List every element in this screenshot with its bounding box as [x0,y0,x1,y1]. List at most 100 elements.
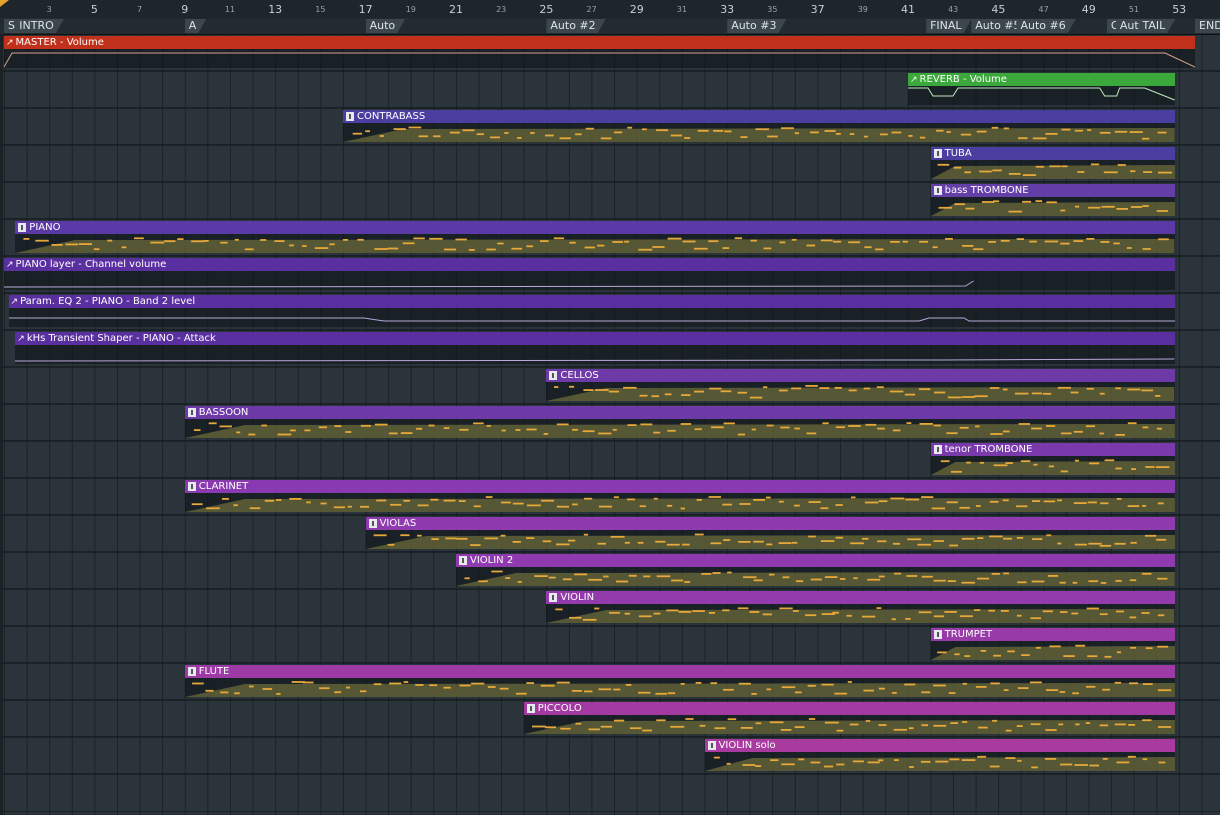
marker-intro[interactable]: INTRO [15,19,64,33]
clip-violin2[interactable]: VIOLIN 2 [456,554,1175,586]
lane-divider [0,588,1220,589]
clip-content [523,715,1175,734]
marker-auto-2[interactable]: Auto #2 [546,19,605,33]
clip-transient[interactable]: ↗ kHs Transient Shaper - PIANO - Attack [15,332,1175,364]
automation-clip-icon: ↗ [6,260,14,270]
playlist-arrangement[interactable]: 3 5 7 9 11 13 15 17 19 21 23 25 27 29 31 33 35 37 39 41 43 45… [0,0,1220,815]
clip-header[interactable]: ↗ PIANO layer - Channel volume [4,258,1175,271]
clip-piano-layer[interactable]: ↗ PIANO layer - Channel volume [4,258,1175,290]
clip-header[interactable]: TRUMPET [930,628,1175,641]
marker-bar[interactable]: S INTRO A Auto Auto #2 Auto #3 FINAL Auto #5 Aut… [0,18,1220,35]
clip-header[interactable]: ↗ REVERB - Volume [908,73,1175,86]
clip-label: PIANO [29,222,61,233]
pattern-clip-icon [346,112,354,121]
clip-header[interactable]: VIOLAS [365,517,1175,530]
clip-header[interactable]: TUBA [930,147,1175,160]
clip-tuba[interactable]: TUBA [930,147,1175,179]
clip-header[interactable]: ↗ kHs Transient Shaper - PIANO - Attack [15,332,1175,345]
lane-divider [0,107,1220,108]
clip-content [15,234,1175,253]
clip-piano[interactable]: PIANO [15,221,1175,253]
marker-final[interactable]: FINAL [926,19,971,33]
lane-divider [0,144,1220,145]
clip-clarinet[interactable]: CLARINET [184,480,1175,512]
clip-content [546,382,1175,401]
lane-divider [0,699,1220,700]
automation-clip-icon: ↗ [17,334,25,344]
clip-trumpet[interactable]: TRUMPET [930,628,1175,660]
clip-header[interactable]: PICCOLO [523,702,1175,715]
clip-content [930,160,1175,179]
clip-header[interactable]: FLUTE [184,665,1175,678]
lane-divider [0,736,1220,737]
clip-header[interactable]: BASSOON [184,406,1175,419]
lane-divider [0,773,1220,774]
ruler-bar-35: 35 [767,5,778,14]
clip-label: MASTER - Volume [15,37,104,48]
clip-header[interactable]: CELLOS [546,369,1175,382]
automation-clip-icon: ↗ [910,75,918,85]
clip-violas[interactable]: VIOLAS [365,517,1175,549]
clip-content [546,604,1175,623]
clip-content [4,271,1175,290]
marker-auto-6[interactable]: Auto #6 [1016,19,1075,33]
ruler-bar-45: 45 [991,3,1006,16]
pattern-clip-icon [187,667,196,676]
bar-ruler[interactable]: 3 5 7 9 11 13 15 17 19 21 23 25 27 29 31 33 35 37 39 41 43 45… [0,0,1220,19]
lane-divider [0,551,1220,552]
clip-param-eq[interactable]: ↗ Param. EQ 2 - PIANO - Band 2 level [8,295,1175,327]
lane-divider [0,329,1220,330]
clip-cellos[interactable]: CELLOS [546,369,1175,401]
pattern-clip-icon [459,556,467,565]
ruler-bar-13: 13 [268,3,283,16]
ruler-bar-9: 9 [181,3,189,16]
pattern-clip-icon [368,519,377,528]
ruler-bar-21: 21 [449,3,463,16]
ruler-bar-23: 23 [496,5,507,14]
clip-bass-trombone[interactable]: bass TROMBONE [930,184,1175,216]
clip-content [456,567,1175,586]
clip-violin-solo[interactable]: VIOLIN solo [704,739,1175,771]
clip-label: bass TROMBONE [944,185,1029,196]
clip-flute[interactable]: FLUTE [184,665,1175,697]
clip-label: PICCOLO [537,703,582,714]
automation-clip-icon: ↗ [10,297,19,307]
clip-label: FLUTE [198,666,230,677]
clip-label: CELLOS [560,370,599,381]
clip-content [930,641,1175,660]
clip-header[interactable]: bass TROMBONE [930,184,1175,197]
pattern-clip-icon [933,149,942,158]
clip-bassoon[interactable]: BASSOON [184,406,1175,438]
ruler-bar-15: 15 [315,5,326,14]
clip-contrabass[interactable]: CONTRABASS [343,110,1175,142]
clip-tenor-trombone[interactable]: tenor TROMBONE [930,443,1175,475]
clip-header[interactable]: VIOLIN solo [704,739,1175,752]
clip-header[interactable]: VIOLIN 2 [456,554,1175,567]
clip-header[interactable]: ↗ Param. EQ 2 - PIANO - Band 2 level [8,295,1175,308]
pattern-clip-icon [187,482,196,491]
marker-tail[interactable]: TAIL [1139,19,1176,33]
clip-header[interactable]: CONTRABASS [343,110,1175,123]
clip-reverb[interactable]: ↗ REVERB - Volume [908,73,1175,105]
clip-master[interactable]: ↗ MASTER - Volume [4,36,1196,68]
marker-auto-3[interactable]: Auto #3 [727,19,786,33]
ruler-bar-25: 25 [539,3,554,16]
clip-piccolo[interactable]: PICCOLO [523,702,1175,734]
clip-label: TUBA [944,148,972,159]
clip-label: BASSOON [198,407,249,418]
clip-violin[interactable]: VIOLIN [546,591,1175,623]
lane-divider [0,477,1220,478]
clip-header[interactable]: tenor TROMBONE [930,443,1175,456]
marker-auto[interactable]: Auto [366,19,406,33]
clip-header[interactable]: VIOLIN [546,591,1175,604]
lane-divider [0,514,1220,515]
clip-content [184,678,1175,697]
lane-divider [0,403,1220,404]
clip-header[interactable]: CLARINET [184,480,1175,493]
clip-label: CONTRABASS [357,111,426,122]
clip-header[interactable]: PIANO [15,221,1175,234]
clip-header[interactable]: ↗ MASTER - Volume [4,36,1196,49]
pattern-clip-icon [933,186,942,195]
marker-end[interactable]: END [1195,19,1220,33]
marker-a[interactable]: A [185,19,207,33]
